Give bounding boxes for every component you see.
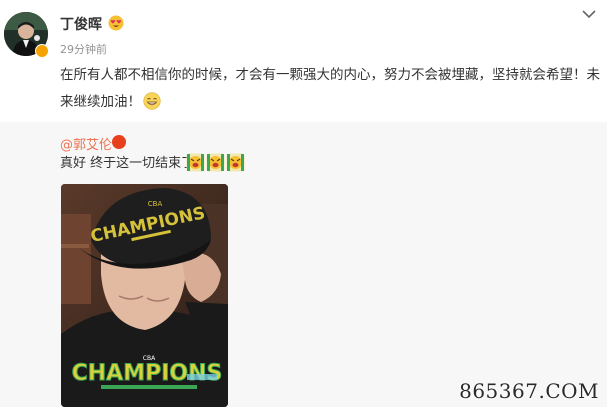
verified-red-icon <box>112 135 126 149</box>
post-text: 在所有人都不相信你的时候，才会有一颗强大的内心，努力不会被埋藏，坚持就会希望！未… <box>60 62 600 116</box>
post-text-content: 在所有人都不相信你的时候，才会有一颗强大的内心，努力不会被埋藏，坚持就会希望！未… <box>60 67 600 110</box>
svg-text:CHAMPIONS: CHAMPIONS <box>72 361 223 386</box>
verified-icon <box>35 44 49 58</box>
cap-logo-text: CBA <box>148 200 163 208</box>
retweet-emojis <box>186 153 246 173</box>
trophy-emoji-icon <box>226 153 245 172</box>
heart-eyes-emoji-icon <box>108 15 124 31</box>
retweet-author[interactable]: @郭艾伦 <box>60 134 112 153</box>
retweet-card: @郭艾伦 真好 终于这一切结束了 CBA CHAMPIONS CBA CHAMP… <box>0 122 607 407</box>
retweet-text: 真好 终于这一切结束了 <box>60 156 195 171</box>
trophy-emoji-icon <box>186 153 205 172</box>
post-time[interactable]: 29分钟前 <box>60 41 107 57</box>
weibo-post: 丁俊晖 29分钟前 在所有人都不相信你的时候，才会有一颗强大的内心，努力不会被埋… <box>0 0 607 407</box>
retweet-photo[interactable]: CBA CHAMPIONS CBA CHAMPIONS <box>61 184 228 407</box>
watermark: 865367.COM <box>459 379 599 403</box>
trophy-emoji-icon <box>206 153 225 172</box>
author-name[interactable]: 丁俊晖 <box>60 14 102 34</box>
chevron-down-icon[interactable] <box>581 8 597 20</box>
grin-emoji-icon <box>143 92 161 110</box>
